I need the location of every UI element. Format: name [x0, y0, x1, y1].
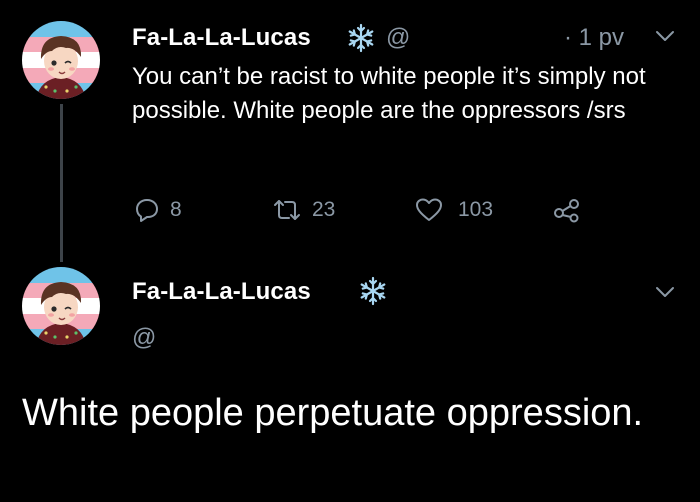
author-handle[interactable]: @ — [132, 324, 156, 352]
retweet-icon — [274, 200, 300, 220]
chevron-down-icon[interactable] — [654, 28, 676, 44]
reply-count: 8 — [170, 198, 182, 221]
tweet-text: You can’t be racist to white people it’s… — [132, 63, 646, 124]
author-avatar[interactable] — [22, 21, 100, 99]
author-name[interactable]: Fa-La-La-Lucas — [132, 24, 311, 52]
heart-icon — [416, 198, 442, 221]
tweet-time[interactable]: · 1 pv — [564, 24, 624, 52]
tweet-text: White people perpetuate oppression. — [22, 392, 644, 434]
share-button[interactable] — [552, 197, 582, 223]
author-name[interactable]: Fa-La-La-Lucas — [132, 278, 311, 306]
like-count: 103 — [458, 198, 494, 221]
retweet-button[interactable]: 23 — [272, 197, 335, 223]
reply-icon — [136, 199, 158, 222]
author-avatar[interactable] — [22, 267, 100, 345]
snowflake-icon — [348, 23, 374, 53]
reply-button[interactable]: 8 — [134, 197, 182, 223]
chevron-down-icon[interactable] — [654, 284, 676, 300]
author-handle[interactable]: @ — [386, 24, 410, 52]
like-button[interactable]: 103 — [414, 197, 493, 223]
share-icon — [554, 199, 579, 223]
snowflake-icon — [360, 276, 386, 306]
retweet-count: 23 — [312, 198, 336, 221]
thread-line — [60, 104, 63, 262]
